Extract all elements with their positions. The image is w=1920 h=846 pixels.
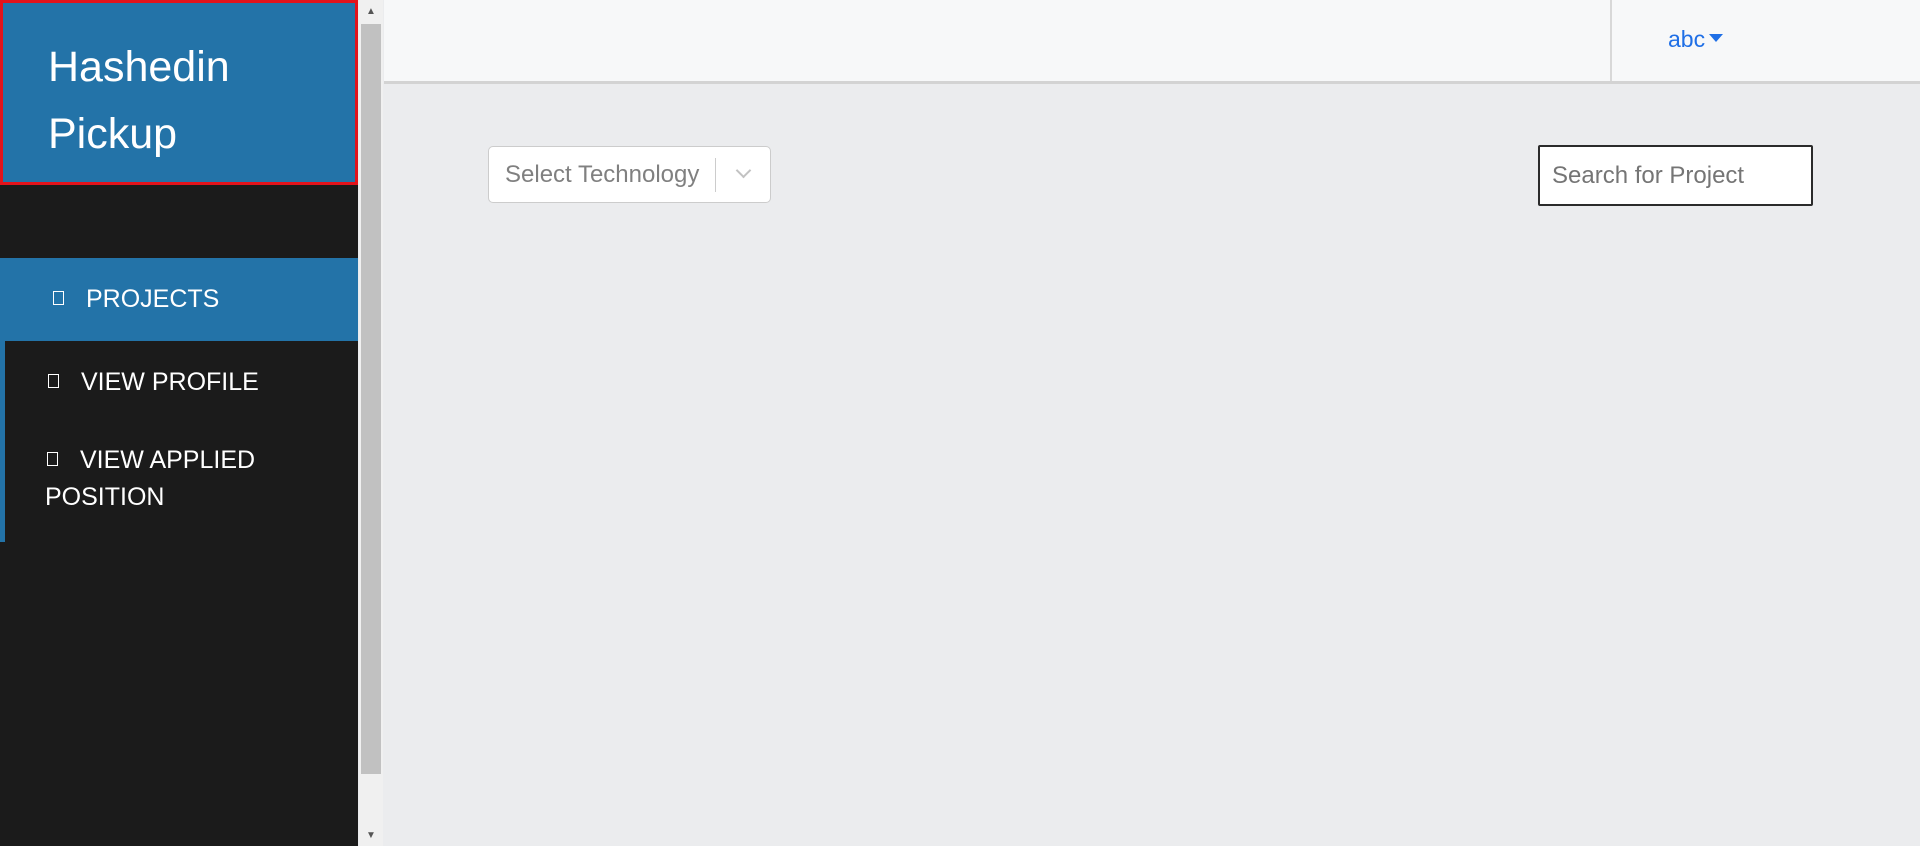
brand-name-line2: Pickup	[48, 110, 178, 158]
sidebar-item-projects[interactable]: PROJECTS	[0, 258, 358, 341]
applied-icon	[47, 452, 58, 467]
project-search-input[interactable]	[1538, 145, 1813, 206]
vertical-scrollbar[interactable]: ▲ ▼	[359, 0, 383, 846]
sidebar-item-view-applied-position[interactable]: VIEW APPLIED POSITION	[5, 442, 363, 516]
technology-select-placeholder: Select Technology	[505, 160, 700, 188]
profile-icon	[48, 374, 59, 389]
projects-icon	[53, 291, 64, 306]
sidebar-item-label: VIEW APPLIED	[80, 446, 256, 474]
sidebar-item-label: PROJECTS	[86, 285, 220, 313]
scrollbar-thumb[interactable]	[361, 24, 381, 774]
sidebar: Hashedin Pickup PROJECTS VIEW PROFILE VI…	[0, 0, 358, 846]
brand-name-line1: Hashedin	[48, 43, 230, 91]
user-name: abc	[1668, 26, 1706, 52]
scroll-down-arrow-icon[interactable]: ▼	[359, 824, 383, 846]
sidebar-item-label-line2: POSITION	[45, 483, 165, 511]
brand-logo[interactable]: Hashedin Pickup	[0, 0, 358, 185]
scroll-up-arrow-icon[interactable]: ▲	[359, 0, 383, 22]
sidebar-item-view-profile[interactable]: VIEW PROFILE	[5, 341, 363, 424]
caret-down-icon	[1709, 33, 1724, 42]
navbar-divider	[1610, 0, 1612, 81]
top-navbar: abc	[384, 0, 1920, 84]
sidebar-subnav: VIEW PROFILE VIEW APPLIED POSITION	[0, 341, 358, 542]
chevron-down-icon[interactable]	[716, 162, 770, 180]
technology-select[interactable]: Select Technology	[488, 146, 771, 203]
user-dropdown[interactable]: abc	[1668, 26, 1724, 53]
sidebar-item-label: VIEW PROFILE	[81, 368, 259, 396]
